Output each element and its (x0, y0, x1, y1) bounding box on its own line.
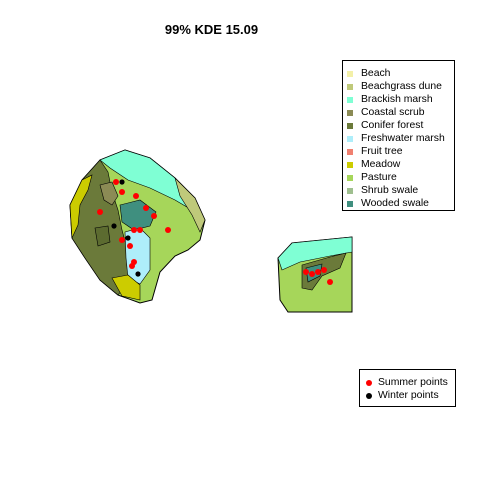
legend-label: Beachgrass dune (361, 81, 442, 92)
summer-point (113, 179, 119, 185)
east-island (277, 236, 353, 313)
summer-point (315, 269, 321, 275)
summer-point (127, 243, 133, 249)
points-legend-label: Winter points (378, 390, 439, 401)
points-legend-entry: Winter points (366, 389, 455, 402)
legend-swatch (347, 148, 353, 155)
winter-point (125, 235, 131, 241)
summer-point (97, 209, 103, 215)
summer-point (165, 227, 171, 233)
legend-entry: Wooded swale (347, 197, 454, 210)
legend-entry: Freshwater marsh (347, 132, 454, 145)
legend-swatch (347, 109, 353, 116)
winter-point (135, 271, 141, 277)
legend-entry: Meadow (347, 158, 454, 171)
legend-swatch (347, 174, 353, 181)
legend-entry: Beach (347, 67, 454, 80)
legend-swatch (347, 122, 353, 129)
west-conifer-patch (94, 225, 111, 247)
legend-entry: Beachgrass dune (347, 80, 454, 93)
point-marker (366, 392, 372, 399)
summer-point (119, 189, 125, 195)
legend-label: Fruit tree (361, 146, 403, 157)
point-marker (366, 379, 372, 386)
summer-point (151, 213, 157, 219)
legend-swatch (347, 200, 353, 207)
legend-swatch (347, 83, 353, 90)
points-legend-entry: Summer points (366, 376, 455, 389)
legend-swatch (347, 161, 353, 168)
summer-point (129, 263, 135, 269)
legend-entry: Fruit tree (347, 145, 454, 158)
summer-point (131, 227, 137, 233)
winter-point (111, 223, 117, 229)
map-figure: 99% KDE 15.09 Beach Beachgrass dune Brac… (0, 0, 480, 480)
legend-label: Meadow (361, 159, 401, 170)
legend-entry: Pasture (347, 171, 454, 184)
summer-point (143, 205, 149, 211)
legend-label: Shrub swale (361, 185, 419, 196)
legend-label: Wooded swale (361, 198, 429, 209)
legend-label: Freshwater marsh (361, 133, 445, 144)
legend-label: Coastal scrub (361, 107, 425, 118)
summer-point (119, 237, 125, 243)
west-island (69, 149, 206, 304)
legend-entry: Brackish marsh (347, 93, 454, 106)
winter-point (119, 179, 125, 185)
legend-entry: Conifer forest (347, 119, 454, 132)
habitat-legend: Beach Beachgrass dune Brackish marsh Coasta… (342, 60, 455, 211)
summer-point (321, 267, 327, 273)
legend-entry: Shrub swale (347, 184, 454, 197)
legend-label: Pasture (361, 172, 397, 183)
points-legend-label: Summer points (378, 377, 448, 388)
legend-label: Beach (361, 68, 391, 79)
legend-swatch (347, 70, 353, 77)
legend-swatch (347, 187, 353, 194)
summer-point (137, 227, 143, 233)
summer-point (327, 279, 333, 285)
legend-label: Brackish marsh (361, 94, 433, 105)
summer-point (303, 269, 309, 275)
summer-point (309, 271, 315, 277)
summer-point (133, 193, 139, 199)
legend-label: Conifer forest (361, 120, 424, 131)
legend-swatch (347, 135, 353, 142)
points-legend: Summer points Winter points (359, 369, 456, 407)
legend-entry: Coastal scrub (347, 106, 454, 119)
legend-swatch (347, 96, 353, 103)
